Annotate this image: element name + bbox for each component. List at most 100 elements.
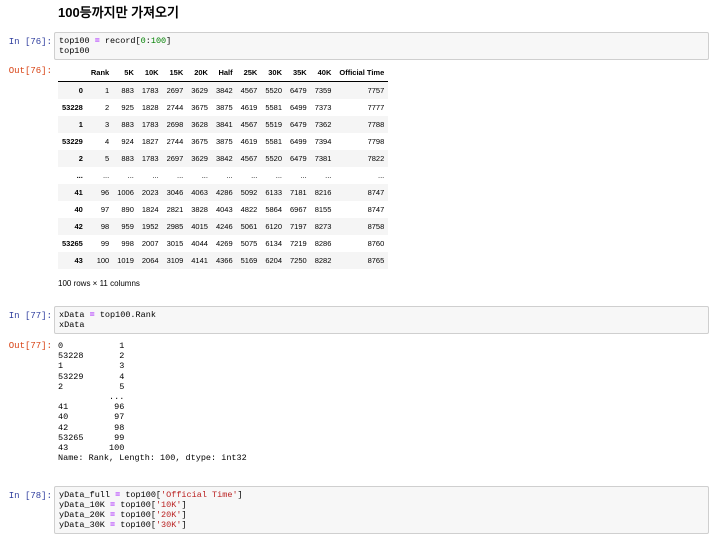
table-cell: ... [378, 171, 385, 180]
table-cell: 4366 [215, 256, 233, 265]
table-cell: 98 [100, 222, 110, 231]
table-cell: 99 [100, 239, 110, 248]
input-prompt-76: In [76]: [8, 37, 52, 47]
table-cell: 7359 [314, 86, 332, 95]
code-token: yData_10K [59, 500, 111, 510]
table-row: 53228 2 925 1828 2744 3675 3875 4619 5581 6499 737… [58, 99, 389, 116]
input-prompt-77: In [77]: [8, 311, 52, 321]
row-index: 53265 [62, 239, 83, 248]
table-cell: 96 [100, 188, 110, 197]
table-cell: 7788 [367, 120, 385, 129]
code-token: yData_20K [59, 510, 111, 520]
table-cell: 1952 [141, 222, 159, 231]
table-cell: 4619 [240, 103, 258, 112]
table-cell: 7777 [367, 103, 385, 112]
table-cell: 3828 [191, 205, 208, 214]
table-row: 53265 99 998 2007 3015 4044 4269 5075 6134 7219 82… [58, 235, 389, 252]
row-index: 53229 [62, 137, 83, 146]
table-cell: 5864 [265, 205, 283, 214]
table-cell: 1828 [141, 103, 159, 112]
table-cell: 2744 [166, 137, 184, 146]
column-header: Rank [86, 63, 114, 82]
table-cell: 6479 [290, 154, 307, 163]
table-cell: 1019 [117, 256, 134, 265]
table-cell: 5169 [240, 256, 258, 265]
table-row: 0 1 883 1783 2697 3629 3842 4567 5520 6479 7359 775… [58, 81, 389, 99]
table-cell: 1783 [141, 154, 159, 163]
table-row: 2 5 883 1783 2697 3629 3842 4567 5520 6479 7381 782… [58, 150, 389, 167]
table-cell: 7197 [290, 222, 307, 231]
code-token: top100[ [115, 520, 156, 530]
table-cell: 1827 [141, 137, 159, 146]
table-cell: 7250 [290, 256, 307, 265]
table-cell: 4 [105, 137, 110, 146]
table-cell: ... [177, 171, 184, 180]
table-cell: 2697 [166, 86, 184, 95]
table-cell: 7362 [314, 120, 332, 129]
code-token: top100[ [120, 490, 162, 500]
table-cell: 2007 [141, 239, 159, 248]
table-cell: 1 [105, 86, 110, 95]
table-cell: 6499 [290, 137, 307, 146]
table-cell: ... [152, 171, 159, 180]
table-cell: 3628 [191, 120, 208, 129]
code-token: yData_full [59, 490, 116, 500]
table-cell: 2744 [166, 103, 184, 112]
table-cell: 8747 [367, 188, 385, 197]
table-cell: 4822 [240, 205, 258, 214]
code-line: yData_full = top100['Official Time'] [59, 490, 704, 500]
code-cell-78[interactable]: yData_full = top100['Official Time'] yDat… [54, 486, 709, 534]
table-cell: 5520 [265, 154, 283, 163]
column-header: 25K [236, 63, 262, 82]
table-cell: 6967 [290, 205, 307, 214]
code-cell-77[interactable]: xData = top100.Rank xData [54, 306, 709, 334]
output-line: ... [58, 392, 125, 403]
table-row: 41 96 1006 2023 3046 4063 4286 5092 6133 7181 8216… [58, 184, 389, 201]
table-cell: 3629 [191, 154, 208, 163]
table-cell: 2023 [141, 188, 159, 197]
table-cell: ... [300, 171, 307, 180]
table-cell: 100 [96, 256, 110, 265]
table-cell: 7822 [367, 154, 385, 163]
code-token: '30K' [155, 520, 182, 530]
output-line: 41 96 [58, 402, 125, 413]
table-cell: 6134 [265, 239, 283, 248]
table-cell: 2 [105, 103, 110, 112]
table-cell: 4015 [191, 222, 208, 231]
table-cell: 4567 [240, 120, 258, 129]
table-cell: 6499 [290, 103, 307, 112]
table-cell: 890 [121, 205, 134, 214]
code-token: yData_30K [59, 520, 111, 530]
table-cell: 959 [121, 222, 134, 231]
output-prompt-77: Out[77]: [8, 341, 52, 351]
code-token: 'Official Time' [161, 490, 238, 500]
code-cell-76[interactable]: top100 = record[0:100] top100 [54, 32, 709, 60]
table-cell: 5 [105, 154, 110, 163]
table-cell: 7798 [367, 137, 385, 146]
column-header: 40K [310, 63, 336, 82]
row-index: 53228 [62, 103, 83, 112]
table-row: 42 98 959 1952 2985 4015 4246 5061 6120 7197 8273 8… [58, 218, 389, 235]
input-prompt-78: In [78]: [8, 491, 52, 501]
column-header: 15K [162, 63, 188, 82]
code-token: xData [59, 310, 90, 320]
table-cell: 1824 [141, 205, 159, 214]
table-cell: 4044 [191, 239, 208, 248]
code-token: ] [181, 510, 187, 520]
output-line: 0 1 [58, 341, 125, 351]
column-header: 35K [286, 63, 311, 82]
table-cell: 3875 [215, 103, 233, 112]
code-token: 100 [150, 36, 167, 46]
code-line: xData = top100.Rank [59, 310, 704, 320]
output-prompt-76: Out[76]: [8, 66, 52, 76]
code-line: top100 [59, 46, 704, 56]
table-row: 40 97 890 1824 2821 3828 4043 4822 5864 6967 8155 8… [58, 201, 389, 218]
table-cell: 998 [121, 239, 134, 248]
table-cell: 5581 [265, 103, 283, 112]
table-cell: 2064 [141, 256, 159, 265]
table-cell: 3675 [191, 137, 208, 146]
table-cell: 3109 [166, 256, 184, 265]
code-token: top100[ [115, 510, 156, 520]
table-cell: 2821 [166, 205, 184, 214]
code-line: xData [59, 320, 704, 330]
